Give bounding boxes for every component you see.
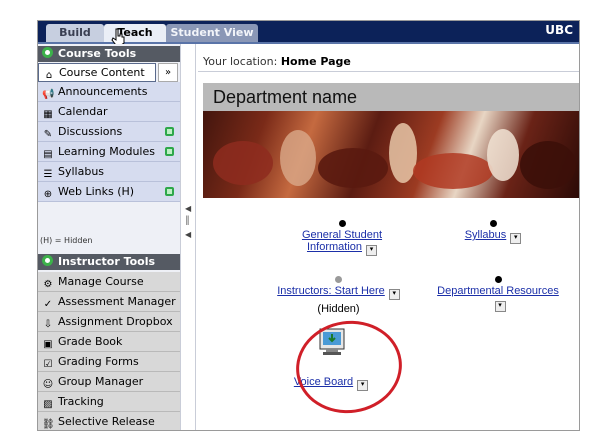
dropbox-icon: ⇩ xyxy=(43,319,53,330)
sidebar-item-label: Manage Course xyxy=(58,275,144,288)
module-icon: ▤ xyxy=(43,149,53,160)
hidden-status: (Hidden) xyxy=(317,303,360,315)
calendar-icon: ▦ xyxy=(43,109,53,120)
app-frame: Build Teach Student View UBC Course Tool… xyxy=(37,20,580,431)
divider xyxy=(198,71,579,72)
sidebar-item-label: Web Links (H) xyxy=(58,185,135,198)
sidebar-item-learning-modules[interactable]: ▤ Learning Modules xyxy=(38,142,180,162)
sidebar-item-label: Grade Book xyxy=(58,335,123,348)
action-menu-icon[interactable]: ▾ xyxy=(510,233,522,244)
discussion-icon: ✎ xyxy=(43,129,53,140)
content-item-syllabus: Syllabus ▾ xyxy=(443,220,543,244)
action-menu-icon[interactable]: ▾ xyxy=(388,289,400,300)
highlight-circle xyxy=(290,314,408,420)
general-info-link-line2[interactable]: Information xyxy=(307,241,362,253)
sidebar-item-web-links[interactable]: ⊕ Web Links (H) xyxy=(38,182,180,202)
bullet-icon xyxy=(489,220,497,227)
breadcrumb-current-page: Home Page xyxy=(280,55,351,68)
bullet-icon xyxy=(494,276,502,283)
sidebar-item-grade-book[interactable]: ▣ Grade Book xyxy=(38,332,180,352)
content-item-departmental-resources: Departmental Resources ▾ xyxy=(423,276,573,312)
collapse-toggle-icon xyxy=(42,255,53,266)
page-title-overlay: Department name xyxy=(203,83,579,111)
sidebar-item-assignment-dropbox[interactable]: ⇩ Assignment Dropbox xyxy=(38,312,180,332)
instructor-tools-list: ⚙ Manage Course ✓ Assessment Manager ⇩ Assi… xyxy=(38,272,180,430)
collapse-arrow-icon: ◀ xyxy=(185,230,192,239)
new-items-icon xyxy=(165,127,174,136)
departmental-resources-link[interactable]: Departmental Resources xyxy=(437,285,559,297)
breadcrumb-prefix: Your location: xyxy=(203,55,278,68)
instructors-start-link[interactable]: Instructors: Start Here xyxy=(277,285,385,297)
new-items-icon xyxy=(165,147,174,156)
content-item-general-info: General Student Information ▾ xyxy=(286,220,398,256)
home-icon: ⌂ xyxy=(45,70,53,81)
new-items-icon xyxy=(165,187,174,196)
collapse-arrow-icon: ◀ xyxy=(185,204,192,213)
sidebar-item-label: Announcements xyxy=(58,85,148,98)
megaphone-icon: 📢 xyxy=(42,89,55,100)
sidebar-resize-handle[interactable]: ◀ ║ ◀ xyxy=(180,44,196,430)
hidden-legend: (H) = Hidden xyxy=(40,236,93,245)
grip-icon: ║ xyxy=(185,216,190,225)
bullet-icon xyxy=(338,220,346,227)
sidebar-item-label: Discussions xyxy=(58,125,123,138)
selective-release-icon: ⛓ xyxy=(42,419,55,430)
assessment-icon: ✓ xyxy=(43,299,53,310)
sidebar-item-label: Learning Modules xyxy=(58,145,155,158)
sidebar-item-label: Syllabus xyxy=(58,165,105,178)
grading-forms-icon: ☑ xyxy=(43,359,53,370)
sidebar-item-label: Tracking xyxy=(58,395,104,408)
sidebar-item-group-manager[interactable]: ☺ Group Manager xyxy=(38,372,180,392)
sidebar-item-tracking[interactable]: ▨ Tracking xyxy=(38,392,180,412)
group-icon: ☺ xyxy=(42,379,54,390)
action-menu-icon[interactable]: ▾ xyxy=(366,245,378,256)
tab-student-view[interactable]: Student View xyxy=(166,24,258,42)
department-banner: Department name Department name xyxy=(203,83,579,198)
sidebar-item-syllabus[interactable]: ☰ Syllabus xyxy=(38,162,180,182)
course-tools-title: Course Tools xyxy=(58,47,137,60)
sidebar-item-label: Grading Forms xyxy=(58,355,139,368)
instructor-tools-title: Instructor Tools xyxy=(58,255,156,268)
tab-build[interactable]: Build xyxy=(46,24,104,42)
instructor-tools-header[interactable]: Instructor Tools xyxy=(38,254,180,270)
sidebar-item-assessment-manager[interactable]: ✓ Assessment Manager xyxy=(38,292,180,312)
sidebar-item-label: Course Content xyxy=(59,66,145,79)
syllabus-icon: ☰ xyxy=(43,169,53,180)
top-tab-bar: Build Teach Student View UBC xyxy=(38,21,579,46)
breadcrumb: Your location: Home Page xyxy=(203,55,351,68)
sidebar-item-label: Calendar xyxy=(58,105,108,118)
sidebar-item-label: Selective Release xyxy=(58,415,155,428)
collapse-toggle-icon xyxy=(42,47,53,58)
action-menu-icon[interactable]: ▾ xyxy=(494,301,506,312)
course-tools-list: ⌂ Course Content » 📢 Announcements ▦ Calend… xyxy=(38,63,180,202)
sidebar-item-grading-forms[interactable]: ☑ Grading Forms xyxy=(38,352,180,372)
manage-course-icon: ⚙ xyxy=(43,279,53,290)
sidebar-item-course-content[interactable]: ⌂ Course Content xyxy=(38,63,156,82)
brand-logo: UBC xyxy=(545,23,573,37)
sidebar: Course Tools ⌂ Course Content » 📢 Announce… xyxy=(38,44,180,430)
sidebar-item-selective-release[interactable]: ⛓ Selective Release xyxy=(38,412,180,430)
general-info-link[interactable]: General Student xyxy=(302,229,382,241)
tracking-icon: ▨ xyxy=(43,399,53,410)
sidebar-item-manage-course[interactable]: ⚙ Manage Course xyxy=(38,272,180,292)
syllabus-link[interactable]: Syllabus xyxy=(465,229,507,241)
sidebar-item-label: Assessment Manager xyxy=(58,295,176,308)
course-tools-header[interactable]: Course Tools xyxy=(38,46,180,62)
content-item-instructors-start: Instructors: Start Here ▾ (Hidden) xyxy=(251,276,426,315)
chevron-down-icon[interactable]: » xyxy=(158,63,178,82)
sidebar-item-discussions[interactable]: ✎ Discussions xyxy=(38,122,180,142)
sidebar-item-announcements[interactable]: 📢 Announcements xyxy=(38,82,180,102)
sidebar-item-label: Group Manager xyxy=(58,375,144,388)
sidebar-item-calendar[interactable]: ▦ Calendar xyxy=(38,102,180,122)
web-links-icon: ⊕ xyxy=(43,189,53,200)
bullet-icon xyxy=(335,276,342,283)
sidebar-item-label: Assignment Dropbox xyxy=(58,315,173,328)
grade-book-icon: ▣ xyxy=(43,339,53,350)
